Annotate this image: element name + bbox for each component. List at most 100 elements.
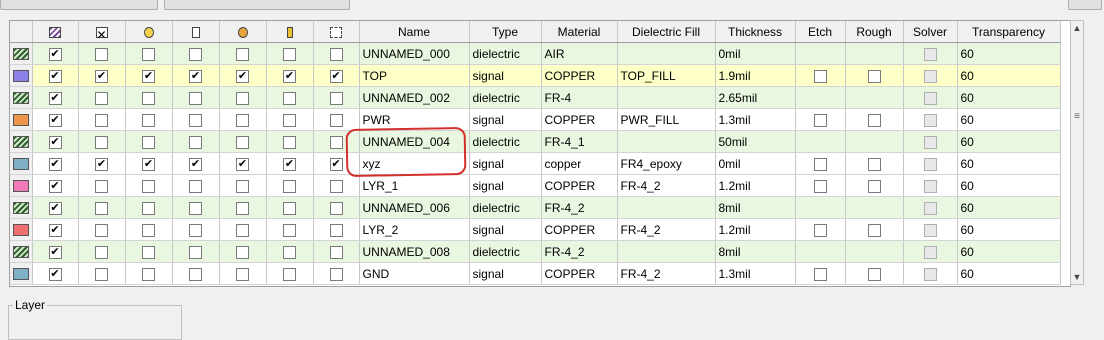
checkbox-rough[interactable] xyxy=(867,69,881,83)
cell-lock[interactable] xyxy=(78,262,126,285)
cell-via[interactable] xyxy=(219,174,267,197)
checkbox-plane[interactable] xyxy=(283,245,296,259)
cell-etch[interactable] xyxy=(795,42,846,65)
checkbox-rough[interactable] xyxy=(867,267,881,281)
cell-via[interactable] xyxy=(219,196,267,219)
table-row[interactable]: ✔ LYR_2 signal COPPER FR-4_2 1.2mil 60 xyxy=(10,218,1061,241)
layer-color-swatch[interactable] xyxy=(12,268,29,281)
checkbox-visible[interactable]: ✔ xyxy=(48,201,62,215)
checkbox-route[interactable] xyxy=(329,113,343,127)
header-solver[interactable]: Solver xyxy=(903,21,958,43)
checkbox-route[interactable] xyxy=(329,91,343,105)
cell-rough[interactable] xyxy=(845,108,904,131)
checkbox-visible[interactable]: ✔ xyxy=(48,245,62,259)
checkbox-visible[interactable]: ✔ xyxy=(48,91,62,105)
checkbox-pad[interactable] xyxy=(142,47,155,61)
checkbox-visible[interactable]: ✔ xyxy=(48,267,62,281)
cell-rough[interactable] xyxy=(845,196,904,219)
checkbox-lock[interactable] xyxy=(95,113,108,127)
cell-via[interactable]: ✔ xyxy=(219,152,267,175)
cell-transparency[interactable]: 60 xyxy=(957,262,1061,285)
cell-trace[interactable]: ✔ xyxy=(172,64,220,87)
checkbox-etch[interactable] xyxy=(813,69,827,83)
scroll-grip-icon[interactable]: ≡ xyxy=(1072,112,1082,122)
cell-type[interactable]: signal xyxy=(469,174,542,197)
cell-pad[interactable] xyxy=(125,86,173,109)
checkbox-pad[interactable] xyxy=(142,223,155,237)
table-row[interactable]: ✔ PWR signal COPPER PWR_FILL 1.3mil 60 xyxy=(10,108,1061,131)
cell-pad[interactable] xyxy=(125,130,173,153)
cell-thickness[interactable]: 1.2mil xyxy=(715,174,796,197)
cell-material[interactable]: FR-4_2 xyxy=(541,240,618,263)
cell-plane[interactable] xyxy=(266,86,314,109)
cell-plane[interactable] xyxy=(266,108,314,131)
cell-etch[interactable] xyxy=(795,218,846,241)
checkbox-lock[interactable] xyxy=(95,245,108,259)
scroll-up-icon[interactable]: ▲ xyxy=(1071,21,1083,35)
header-layer-color-icon[interactable] xyxy=(32,21,79,43)
cell-via[interactable] xyxy=(219,218,267,241)
cell-route[interactable] xyxy=(313,240,360,263)
cell-visible[interactable]: ✔ xyxy=(32,174,79,197)
cell-type[interactable]: signal xyxy=(469,64,542,87)
cell-visible[interactable]: ✔ xyxy=(32,262,79,285)
checkbox-route[interactable]: ✔ xyxy=(329,157,343,171)
cell-material[interactable]: FR-4_2 xyxy=(541,196,618,219)
header-transparency[interactable]: Transparency xyxy=(957,21,1061,43)
header-name[interactable]: Name xyxy=(359,21,470,43)
cell-thickness[interactable]: 50mil xyxy=(715,130,796,153)
cell-rough[interactable] xyxy=(845,240,904,263)
header-lock-icon[interactable]: ✕ xyxy=(78,21,126,43)
cell-dielectric-fill[interactable] xyxy=(617,130,716,153)
cell-rough[interactable] xyxy=(845,130,904,153)
cell-thickness[interactable]: 0mil xyxy=(715,152,796,175)
checkbox-via[interactable] xyxy=(236,223,249,237)
cell-plane[interactable] xyxy=(266,262,314,285)
checkbox-route[interactable] xyxy=(329,201,343,215)
layer-color-cell[interactable] xyxy=(10,42,33,65)
cell-material[interactable]: AIR xyxy=(541,42,618,65)
layer-color-cell[interactable] xyxy=(10,64,33,87)
cell-dielectric-fill[interactable]: FR4_epoxy xyxy=(617,152,716,175)
cell-pad[interactable] xyxy=(125,240,173,263)
cell-route[interactable]: ✔ xyxy=(313,64,360,87)
cell-rough[interactable] xyxy=(845,218,904,241)
cell-plane[interactable] xyxy=(266,196,314,219)
cell-route[interactable] xyxy=(313,174,360,197)
table-row[interactable]: ✔ UNNAMED_002 dielectric FR-4 2.65mil 60 xyxy=(10,86,1061,109)
cell-thickness[interactable]: 1.3mil xyxy=(715,108,796,131)
cell-visible[interactable]: ✔ xyxy=(32,218,79,241)
cell-type[interactable]: signal xyxy=(469,108,542,131)
cell-transparency[interactable]: 60 xyxy=(957,64,1061,87)
checkbox-via[interactable]: ✔ xyxy=(236,69,249,83)
cell-trace[interactable] xyxy=(172,108,220,131)
cell-route[interactable] xyxy=(313,108,360,131)
layer-color-swatch[interactable] xyxy=(12,180,29,193)
header-trace-icon[interactable] xyxy=(266,21,314,43)
checkbox-lock[interactable] xyxy=(95,135,108,149)
cell-pad[interactable] xyxy=(125,108,173,131)
checkbox-via[interactable] xyxy=(236,179,249,193)
header-etch[interactable]: Etch xyxy=(795,21,846,43)
top-button-3[interactable] xyxy=(1068,0,1102,10)
checkbox-pad[interactable]: ✔ xyxy=(142,157,155,171)
header-pad-icon[interactable] xyxy=(172,21,220,43)
checkbox-trace[interactable] xyxy=(189,135,202,149)
cell-trace[interactable] xyxy=(172,262,220,285)
cell-plane[interactable] xyxy=(266,130,314,153)
checkbox-trace[interactable] xyxy=(189,179,202,193)
checkbox-etch[interactable] xyxy=(813,223,827,237)
cell-type[interactable]: dielectric xyxy=(469,196,542,219)
header-visible-icon[interactable] xyxy=(125,21,173,43)
cell-trace[interactable] xyxy=(172,218,220,241)
cell-dielectric-fill[interactable] xyxy=(617,86,716,109)
cell-dielectric-fill[interactable]: FR-4_2 xyxy=(617,218,716,241)
cell-dielectric-fill[interactable]: FR-4_2 xyxy=(617,174,716,197)
cell-thickness[interactable]: 1.9mil xyxy=(715,64,796,87)
cell-dielectric-fill[interactable] xyxy=(617,196,716,219)
header-rough[interactable]: Rough xyxy=(845,21,904,43)
cell-plane[interactable] xyxy=(266,240,314,263)
cell-trace[interactable] xyxy=(172,196,220,219)
table-row[interactable]: ✔ ✔ ✔ ✔ ✔ ✔ ✔ TOP signal COPPER TOP_FILL 1.9mil 60 xyxy=(10,64,1061,87)
checkbox-route[interactable] xyxy=(329,179,343,193)
